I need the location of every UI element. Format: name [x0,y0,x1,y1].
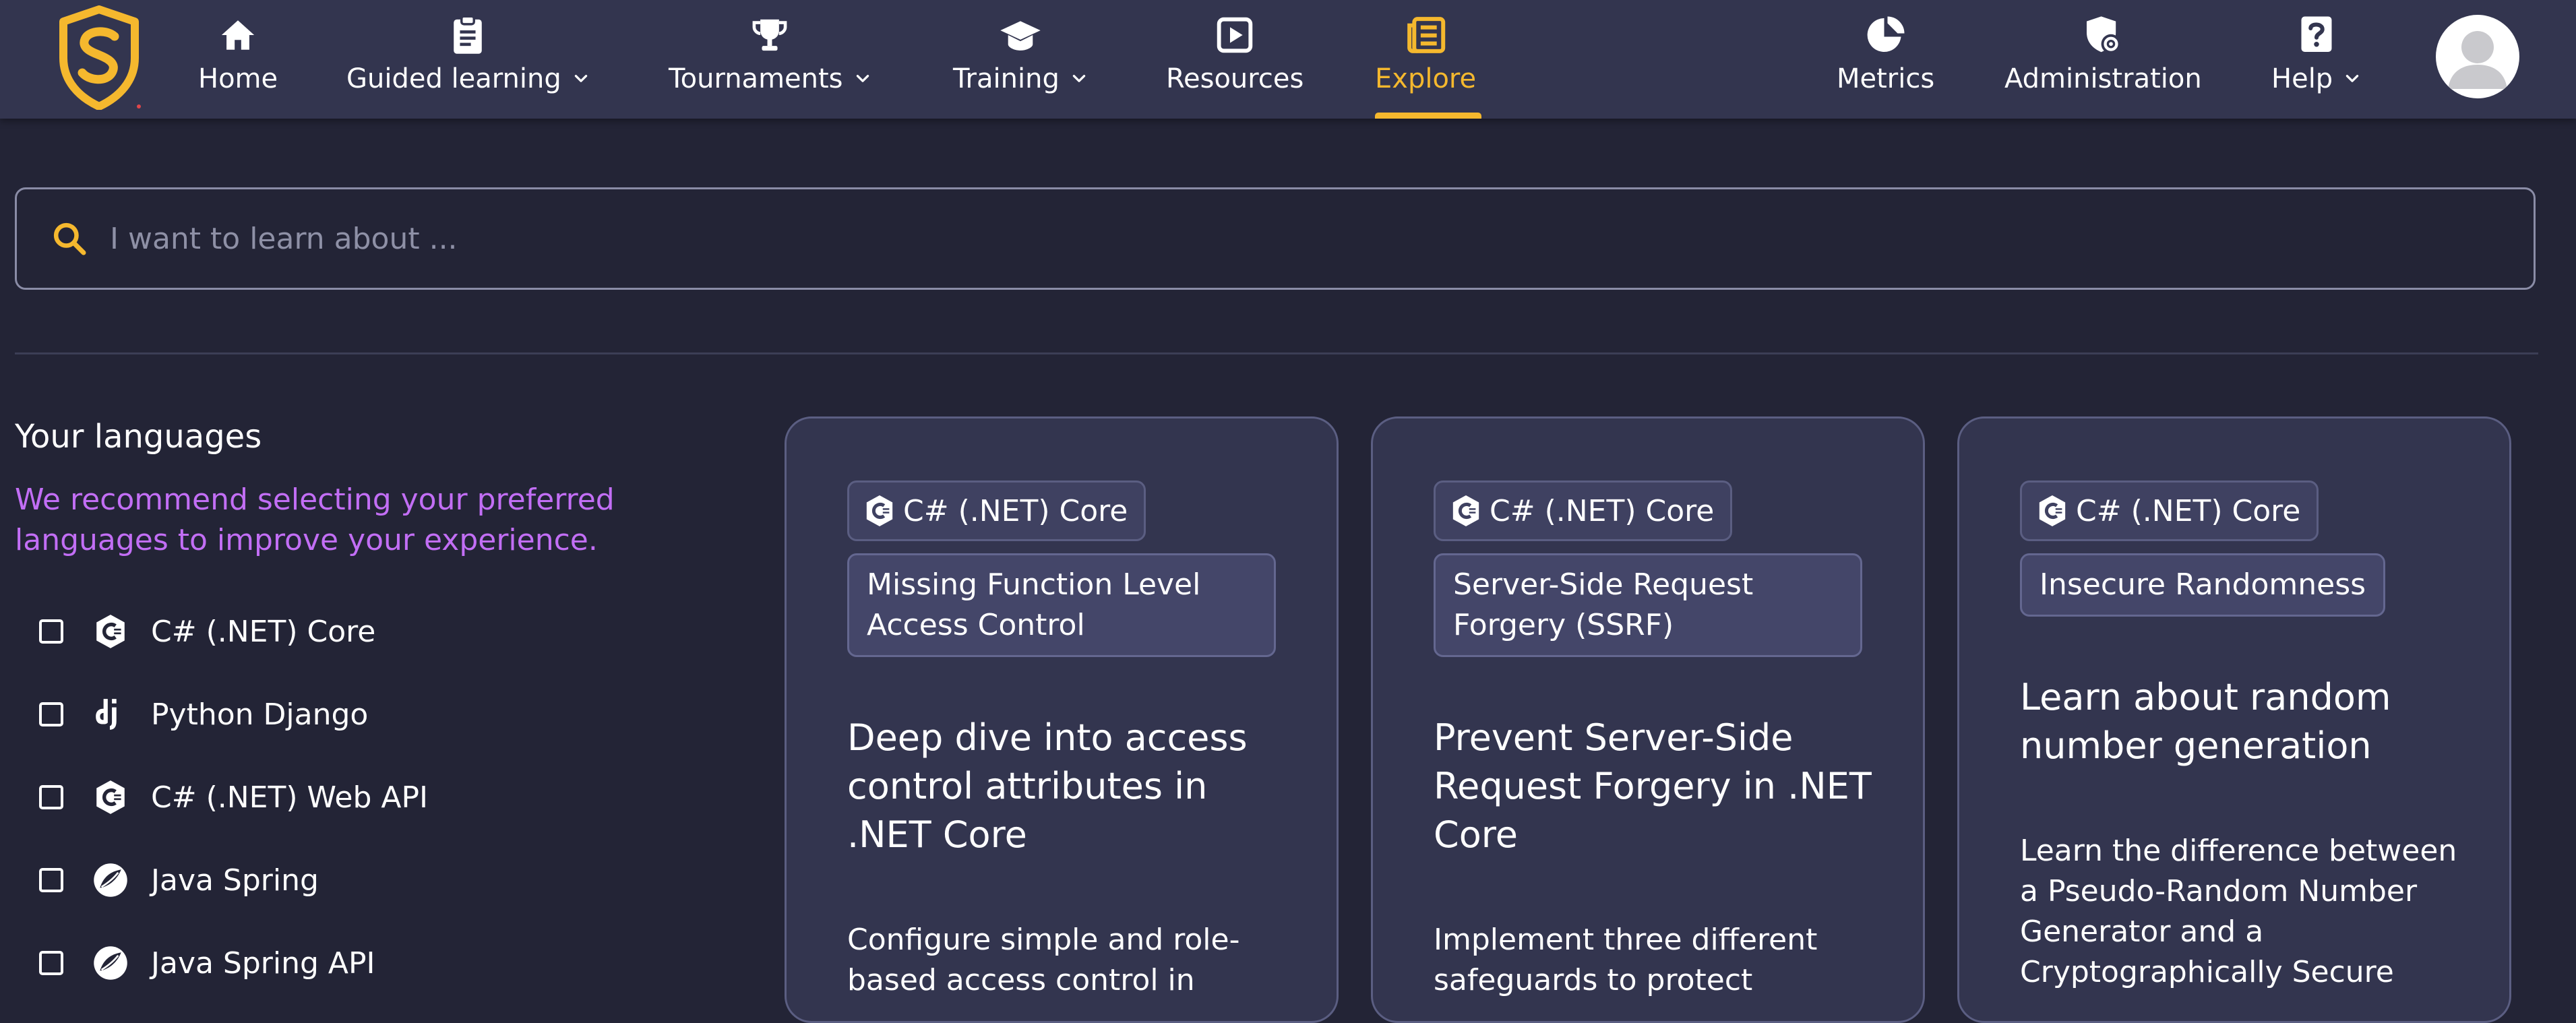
card-description: Configure simple and role-based access c… [847,923,1240,997]
language-label: Java Spring [151,863,319,898]
language-option-python-django[interactable]: Python Django [39,691,368,738]
language-tag: C# (.NET) Core [1434,480,1733,541]
topic-tag: Missing Function Level Access Control [847,553,1276,657]
nav-home[interactable]: Home [198,0,278,119]
nav-label: Resources [1166,63,1304,94]
search-bar[interactable] [15,187,2536,290]
search-icon [53,222,86,255]
nav-label: Home [198,63,278,94]
checkbox[interactable] [39,619,63,644]
nav-label: Administration [2004,63,2202,94]
checkbox[interactable] [39,785,63,809]
csharp-icon [92,613,129,650]
language-label: Python Django [151,697,369,732]
logo-icon[interactable] [55,5,143,110]
card-description: Learn the difference between a Pseudo-Ra… [2020,834,2457,989]
languages-hint: We recommend selecting your preferred la… [15,483,615,557]
language-tag: C# (.NET) Core [847,480,1146,541]
nav-administration[interactable]: Administration [2004,0,2202,119]
user-icon [2448,31,2507,89]
home-icon [216,13,259,57]
nav-label: Metrics [1837,63,1935,94]
explore-card[interactable]: C# (.NET) Core Server-Side Request Forge… [1371,416,1925,1023]
language-option-csharp-core[interactable]: C# (.NET) Core [39,608,375,655]
language-label: Java Spring API [151,946,375,981]
card-title: Prevent Server-Side Request Forgery in .… [1434,716,1872,856]
language-option-csharp-webapi[interactable]: C# (.NET) Web API [39,774,428,821]
nav-label: Guided learning [346,63,561,94]
clipboard-icon [446,13,489,57]
chevron-down-icon [856,75,869,82]
topic-tag: Server-Side Request Forgery (SSRF) [1434,553,1862,657]
card-title: Deep dive into access control attributes… [847,716,1248,856]
active-tab-indicator [1375,113,1481,119]
spring-icon [92,861,129,899]
shield-gear-icon [2081,13,2124,57]
language-tag-label: C# (.NET) Core [2076,493,2301,528]
newspaper-icon [1404,13,1447,57]
card-description: Implement three different safeguards to … [1434,923,1818,997]
nav-help[interactable]: Help [2271,0,2361,119]
language-option-java-spring-api[interactable]: Java Spring API [39,939,375,987]
language-option-java-spring[interactable]: Java Spring [39,857,319,904]
csharp-icon [1449,494,1483,528]
checkbox[interactable] [39,868,63,892]
nav-training[interactable]: Training [953,0,1088,119]
checkbox[interactable] [39,702,63,726]
chevron-down-icon [574,75,587,82]
explore-card[interactable]: C# (.NET) Core Missing Function Level Ac… [785,416,1339,1023]
nav-guided-learning[interactable]: Guided learning [346,0,590,119]
csharp-icon [92,778,129,816]
trophy-icon [748,13,791,57]
nav-explore[interactable]: Explore [1375,0,1476,119]
chevron-down-icon [1072,75,1086,82]
section-divider [15,352,2538,354]
django-icon [92,695,129,733]
language-label: C# (.NET) Web API [151,780,428,815]
language-tag-label: C# (.NET) Core [1490,493,1715,528]
language-tag-label: C# (.NET) Core [903,493,1128,528]
nav-tournaments[interactable]: Tournaments [669,0,871,119]
spring-icon [92,944,129,982]
nav-resources[interactable]: Resources [1166,0,1304,119]
user-avatar[interactable] [2436,15,2519,98]
explore-card[interactable]: C# (.NET) Core Insecure Randomness Learn… [1957,416,2511,1023]
graduation-cap-icon [999,13,1042,57]
help-icon [2295,13,2338,57]
nav-label: Explore [1375,63,1477,94]
nav-label: Tournaments [669,63,843,94]
language-label: C# (.NET) Core [151,614,376,649]
play-square-icon [1213,13,1256,57]
languages-heading: Your languages [15,418,262,456]
language-tag: C# (.NET) Core [2020,480,2319,541]
csharp-icon [863,494,896,528]
nav-label: Training [953,63,1060,94]
nav-metrics[interactable]: Metrics [1837,0,1934,119]
pie-chart-icon [1864,13,1907,57]
csharp-icon [2035,494,2069,528]
nav-label: Help [2271,63,2333,94]
card-title: Learn about random number generation [2020,676,2391,767]
topic-tag: Insecure Randomness [2020,553,2386,617]
top-navbar: Home Guided learning Tournaments Trainin… [0,0,2576,119]
search-input[interactable] [109,189,2534,288]
chevron-down-icon [2345,75,2359,82]
